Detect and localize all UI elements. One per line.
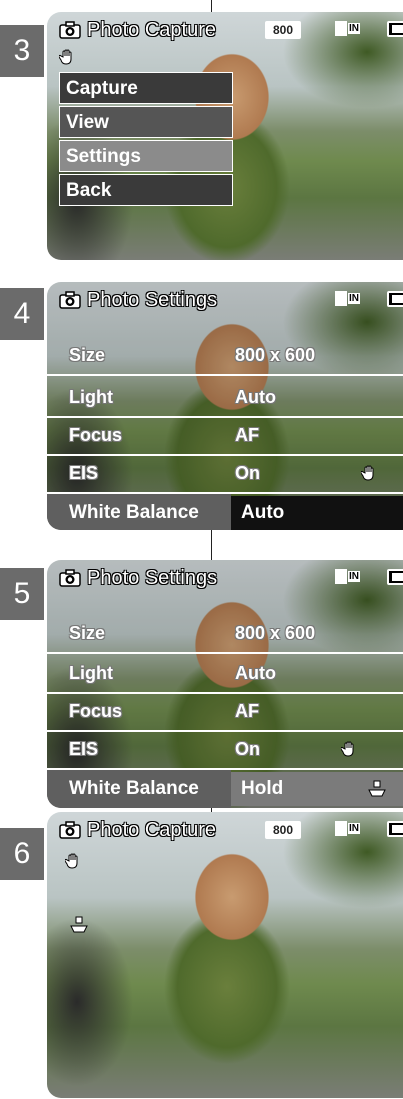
capture-menu: Capture View Settings Back: [59, 72, 233, 208]
menu-item-back[interactable]: Back: [59, 174, 233, 206]
memory-icon: IN: [335, 821, 360, 838]
panel-step-3: 3 Photo Capture 800 IN Capture View Sett…: [0, 12, 403, 260]
camera-screen: Photo Capture 800 IN: [47, 812, 403, 1098]
setting-label: EIS: [69, 463, 99, 483]
memory-label: IN: [348, 571, 360, 582]
white-balance-hold-icon: [70, 916, 88, 933]
camera-screen: Photo Settings IN Size 800 x 600 Light Aut…: [47, 282, 403, 530]
memory-label: IN: [348, 23, 360, 34]
setting-label: EIS: [69, 739, 99, 759]
menu-item-settings[interactable]: Settings: [59, 140, 233, 172]
setting-value: Auto: [235, 663, 276, 683]
setting-row-white-balance[interactable]: White Balance Hold: [47, 770, 403, 808]
setting-label: Light: [69, 663, 113, 683]
setting-label: Light: [69, 387, 113, 407]
screen-header: Photo Capture: [59, 818, 216, 842]
camera-screen: Photo Settings IN Size 800 x 600 Light Aut…: [47, 560, 403, 808]
setting-label: Size: [69, 623, 106, 643]
setting-label: White Balance: [47, 494, 231, 530]
eis-hand-icon: [65, 853, 78, 869]
screen-title: Photo Settings: [87, 566, 218, 589]
step-number: 5: [0, 568, 44, 620]
panel-step-5: 5 Photo Settings IN Size 800 x 600 Light A…: [0, 560, 403, 808]
setting-value: Auto: [235, 387, 276, 407]
setting-value: On: [235, 463, 260, 483]
camera-icon: [59, 291, 81, 309]
screen-header: Photo Capture: [59, 18, 216, 42]
setting-label: White Balance: [47, 770, 231, 808]
setting-label: Focus: [69, 425, 123, 445]
setting-label: Focus: [69, 701, 123, 721]
battery-icon: [387, 21, 403, 37]
battery-icon: [387, 569, 403, 585]
setting-row-focus[interactable]: Focus AF: [47, 418, 403, 456]
screen-title: Photo Capture: [87, 18, 216, 41]
camera-screen: Photo Capture 800 IN Capture View Settin…: [47, 12, 403, 260]
divider-line: [211, 530, 212, 560]
panel-step-4: 4 Photo Settings IN Size 800 x 600 Light A…: [0, 282, 403, 530]
setting-value: 800 x 600: [235, 623, 316, 643]
eis-hand-icon: [361, 465, 374, 481]
screen-title: Photo Capture: [87, 818, 216, 841]
white-balance-hold-icon: [368, 780, 386, 797]
white-balance-value[interactable]: Auto: [231, 496, 403, 530]
resolution-badge: 800: [265, 821, 302, 839]
camera-icon: [59, 821, 81, 839]
step-number: 3: [0, 25, 44, 77]
step-number: 4: [0, 288, 44, 340]
memory-icon: IN: [335, 291, 360, 308]
memory-label: IN: [348, 293, 360, 304]
memory-label: IN: [348, 823, 360, 834]
camera-icon: [59, 21, 81, 39]
setting-row-eis[interactable]: EIS On: [47, 732, 403, 770]
step-number: 6: [0, 828, 44, 880]
setting-value: 800 x 600: [235, 345, 316, 365]
memory-icon: IN: [335, 21, 360, 38]
battery-icon: [387, 821, 403, 837]
battery-icon: [387, 291, 403, 307]
setting-value: AF: [235, 701, 259, 721]
setting-row-white-balance[interactable]: White Balance Auto: [47, 494, 403, 530]
setting-row-focus[interactable]: Focus AF: [47, 694, 403, 732]
setting-value: On: [235, 739, 260, 759]
divider-line: [211, 0, 212, 12]
eis-hand-icon: [59, 49, 72, 65]
setting-value: AF: [235, 425, 259, 445]
screen-header: Photo Settings: [59, 288, 217, 312]
camera-icon: [59, 569, 81, 587]
menu-item-view[interactable]: View: [59, 106, 233, 138]
memory-icon: IN: [335, 569, 360, 586]
menu-item-capture[interactable]: Capture: [59, 72, 233, 104]
setting-row-light[interactable]: Light Auto: [47, 380, 403, 418]
resolution-badge: 800: [265, 21, 302, 39]
setting-row-size[interactable]: Size 800 x 600: [47, 338, 403, 376]
panel-step-6: 6 Photo Capture 800 IN: [0, 812, 403, 1098]
screen-header: Photo Settings: [59, 566, 217, 590]
eis-hand-icon: [341, 741, 354, 757]
screen-title: Photo Settings: [87, 288, 218, 311]
setting-row-size[interactable]: Size 800 x 600: [47, 616, 403, 654]
setting-row-light[interactable]: Light Auto: [47, 656, 403, 694]
setting-row-eis[interactable]: EIS On: [47, 456, 403, 494]
setting-label: Size: [69, 345, 106, 365]
